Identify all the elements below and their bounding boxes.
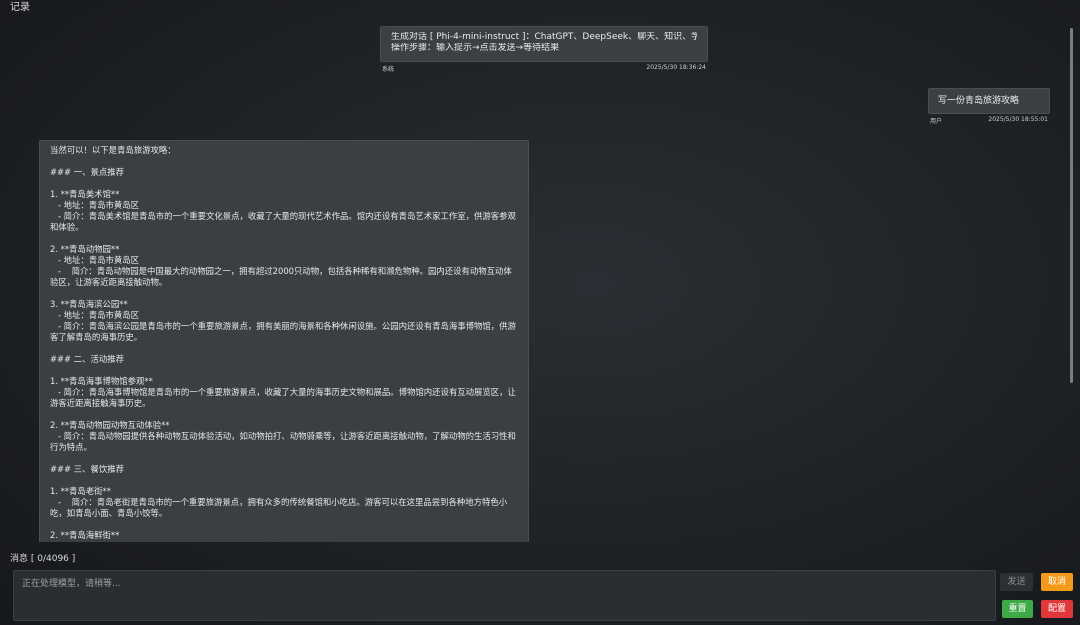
assistant-message-line xyxy=(50,233,518,244)
assistant-message-line: - 地址：青岛市黄岛区 xyxy=(50,255,140,265)
system-message-line-2: 操作步骤：输入提示→点击发送→等待结果 xyxy=(391,43,560,53)
message-input[interactable] xyxy=(13,570,996,621)
user-message: 写一份青岛旅游攻略 用户 2025/5/30 18:55:01 xyxy=(928,88,1050,125)
assistant-message: 当然可以！以下是青岛旅游攻略： ### 一、景点推荐 1. **青岛美术馆** - … xyxy=(39,140,529,542)
chat-scrollbar[interactable] xyxy=(1070,28,1073,383)
assistant-message-line: ### 二、活动推荐 xyxy=(50,354,124,364)
assistant-message-line xyxy=(50,409,518,420)
assistant-message-line xyxy=(50,288,518,299)
assistant-message-line: - 简介：青岛动物园是中国最大的动物园之一，拥有超过2000只动物，包括各种稀有… xyxy=(50,266,512,287)
user-message-bubble: 写一份青岛旅游攻略 xyxy=(928,88,1050,114)
reset-button[interactable]: 重置 xyxy=(1002,600,1033,618)
system-message-meta: 系统 2025/5/30 18:36:24 xyxy=(380,62,708,73)
assistant-message-line xyxy=(50,156,518,167)
assistant-message-line: 3. **青岛海滨公园** xyxy=(50,299,128,309)
system-message-line-1: 生成对话 [ Phi-4-mini-instruct ]：ChatGPT、Dee… xyxy=(391,32,697,42)
assistant-message-line: - 地址：青岛市黄岛区 xyxy=(50,310,140,320)
assistant-message-line: ### 三、餐饮推荐 xyxy=(50,464,124,474)
assistant-message-line: 1. **青岛海事博物馆参观** xyxy=(50,376,153,386)
message-sender: 用户 xyxy=(930,118,943,125)
config-button[interactable]: 配置 xyxy=(1041,600,1073,618)
user-message-meta: 用户 2025/5/30 18:55:01 xyxy=(928,114,1050,125)
assistant-message-line: 当然可以！以下是青岛旅游攻略： xyxy=(50,145,176,155)
assistant-message-line: - 简介：青岛海滨公园是青岛市的一个重要旅游景点，拥有美丽的海景和各种休闲设施。… xyxy=(50,321,516,342)
assistant-message-line: - 简介：青岛海事博物馆是青岛市的一个重要旅游景点，收藏了大量的海事历史文物和展… xyxy=(50,387,516,408)
cancel-button[interactable]: 取消 xyxy=(1041,573,1073,591)
system-message: 生成对话 [ Phi-4-mini-instruct ]：ChatGPT、Dee… xyxy=(380,26,708,73)
assistant-message-line xyxy=(50,519,518,530)
message-sender: 系统 xyxy=(382,66,395,73)
assistant-message-line xyxy=(50,178,518,189)
assistant-message-line: - 简介：青岛美术馆是青岛市的一个重要文化景点，收藏了大量的现代艺术作品。馆内还… xyxy=(50,211,516,232)
assistant-message-line: 1. **青岛美术馆** xyxy=(50,189,120,199)
assistant-message-line: - 简介：青岛老街是青岛市的一个重要旅游景点，拥有众多的传统餐馆和小吃店。游客可… xyxy=(50,497,508,518)
user-message-text: 写一份青岛旅游攻略 xyxy=(938,96,1020,106)
message-timestamp: 2025/5/30 18:55:01 xyxy=(988,116,1048,123)
send-button[interactable]: 发送 xyxy=(1000,573,1033,591)
assistant-message-line: - 地址：青岛市黄岛区 xyxy=(50,200,140,210)
assistant-message-line xyxy=(50,453,518,464)
assistant-message-bubble: 当然可以！以下是青岛旅游攻略： ### 一、景点推荐 1. **青岛美术馆** - … xyxy=(39,140,529,542)
assistant-message-line: - 简介：青岛动物园提供各种动物互动体验活动，如动物拍打、动物骑乘等，让游客近距… xyxy=(50,431,516,452)
assistant-message-line: 2. **青岛动物园** xyxy=(50,244,120,254)
assistant-message-line: ### 一、景点推荐 xyxy=(50,167,124,177)
system-message-bubble: 生成对话 [ Phi-4-mini-instruct ]：ChatGPT、Dee… xyxy=(380,26,708,62)
message-timestamp: 2025/5/30 18:36:24 xyxy=(646,64,706,71)
assistant-message-line xyxy=(50,365,518,376)
assistant-message-line: 2. **青岛海鲜街** xyxy=(50,530,120,540)
message-counter: 消息 [ 0/4096 ] xyxy=(10,554,76,564)
assistant-message-line: 2. **青岛动物园动物互动体验** xyxy=(50,420,170,430)
assistant-message-line: 1. **青岛老街** xyxy=(50,486,111,496)
assistant-message-line xyxy=(50,475,518,486)
chat-history[interactable]: 生成对话 [ Phi-4-mini-instruct ]：ChatGPT、Dee… xyxy=(0,12,1072,542)
assistant-message-line xyxy=(50,343,518,354)
